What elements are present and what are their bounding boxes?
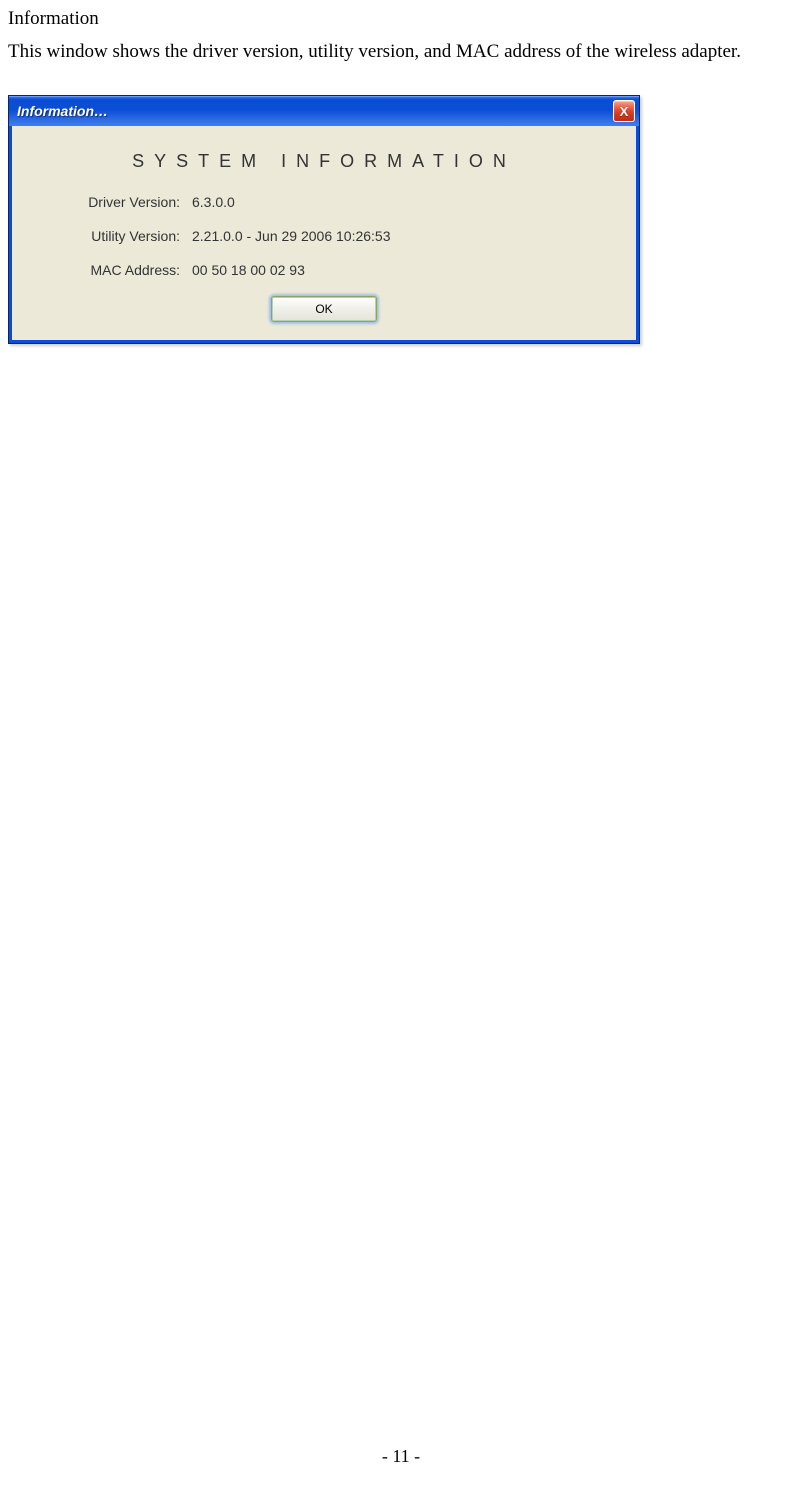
page-number: - 11 - — [0, 1446, 802, 1467]
mac-address-label: MAC Address: — [32, 262, 192, 278]
utility-version-value: 2.21.0.0 - Jun 29 2006 10:26:53 — [192, 228, 616, 244]
section-description: This window shows the driver version, ut… — [8, 38, 794, 67]
section-heading: Information — [8, 8, 794, 30]
dialog-body: SYSTEM INFORMATION Driver Version: 6.3.0… — [9, 126, 639, 343]
close-button[interactable]: X — [613, 100, 635, 122]
driver-version-label: Driver Version: — [32, 194, 192, 210]
mac-address-value: 00 50 18 00 02 93 — [192, 262, 616, 278]
close-icon: X — [620, 104, 629, 119]
information-dialog: Information… X SYSTEM INFORMATION Driver… — [8, 95, 640, 344]
dialog-title: Information… — [17, 103, 108, 119]
button-row: OK — [32, 296, 616, 322]
dialog-titlebar[interactable]: Information… X — [9, 96, 639, 126]
info-row-mac: MAC Address: 00 50 18 00 02 93 — [32, 262, 616, 278]
info-row-utility: Utility Version: 2.21.0.0 - Jun 29 2006 … — [32, 228, 616, 244]
dialog-heading: SYSTEM INFORMATION — [32, 151, 616, 172]
utility-version-label: Utility Version: — [32, 228, 192, 244]
ok-button[interactable]: OK — [271, 296, 377, 322]
driver-version-value: 6.3.0.0 — [192, 194, 616, 210]
info-row-driver: Driver Version: 6.3.0.0 — [32, 194, 616, 210]
